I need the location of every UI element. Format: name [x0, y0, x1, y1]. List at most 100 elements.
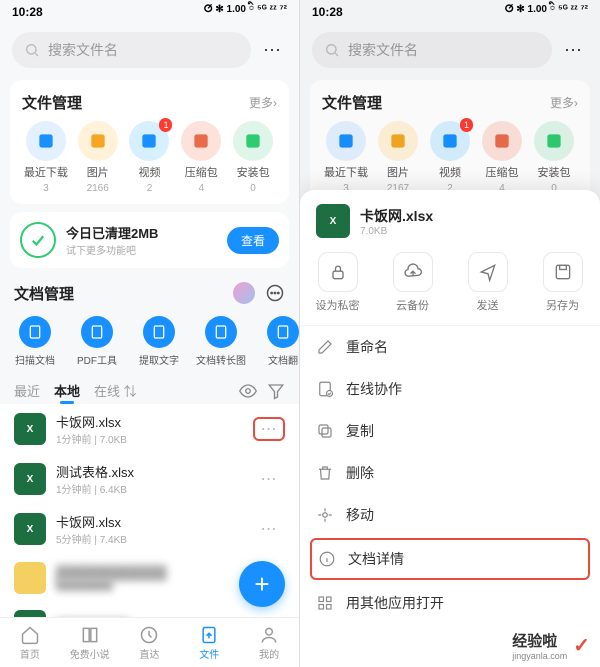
category-图片[interactable]: 图片2167 [372, 121, 424, 194]
tab-online[interactable]: 在线 ⇅ [94, 381, 137, 400]
tool-提取文字[interactable]: 提取文字 [128, 316, 190, 367]
category-安装包[interactable]: 安装包0 [227, 121, 279, 194]
category-icon [191, 131, 211, 151]
action-label: 云备份 [396, 297, 429, 313]
action-cloud[interactable]: 云备份 [375, 252, 450, 313]
search-placeholder: 搜索文件名 [348, 40, 418, 60]
search-icon [24, 42, 40, 58]
category-视频[interactable]: 1视频2 [424, 121, 476, 194]
nav-我的[interactable]: 我的 [239, 618, 299, 667]
sheet-item-copy[interactable]: 复制 [300, 410, 600, 452]
tool-label: PDF工具 [77, 352, 117, 367]
file-item[interactable]: X卡饭网.xlsx1分钟前 | 7.0KB⋯ [0, 404, 299, 454]
sheet-item-delete[interactable]: 删除 [300, 452, 600, 494]
action-save[interactable]: 另存为 [525, 252, 600, 313]
file-more-button[interactable]: ⋯ [253, 467, 285, 491]
file-meta: 1分钟前 | 7.0KB [56, 431, 243, 446]
sheet-item-rename[interactable]: 重命名 [300, 326, 600, 368]
sheet-item-move[interactable]: 移动 [300, 494, 600, 536]
sheet-item-label: 用其他应用打开 [346, 593, 444, 613]
nav-首页[interactable]: 首页 [0, 618, 60, 667]
file-name: 卡饭网.xlsx [56, 512, 243, 531]
tab-local[interactable]: 本地 [54, 381, 80, 400]
nav-icon [139, 625, 159, 645]
rename-icon [316, 338, 334, 356]
search-placeholder: 搜索文件名 [48, 40, 118, 60]
file-more-button[interactable]: ⋯ [253, 517, 285, 541]
fab-add-button[interactable]: + [239, 561, 285, 607]
clean-title: 今日已清理2MB [66, 223, 217, 242]
sheet-item-collab[interactable]: 在线协作 [300, 368, 600, 410]
tool-文档转长图[interactable]: 文档转长图 [190, 316, 252, 367]
badge: 1 [159, 118, 172, 132]
nav-免费小说[interactable]: 免费小说 [60, 618, 120, 667]
category-label: 安装包 [237, 164, 270, 180]
nav-label: 我的 [259, 646, 279, 661]
sheet-item-label: 复制 [346, 421, 374, 441]
nav-直达[interactable]: 直达 [120, 618, 180, 667]
search-input[interactable]: 搜索文件名 [312, 32, 552, 68]
check-icon [20, 222, 56, 258]
category-最近下载[interactable]: 最近下载3 [320, 121, 372, 194]
tool-扫描文档[interactable]: 扫描文档 [4, 316, 66, 367]
file-item[interactable]: X卡饭网.xlsx5分钟前 | 7.4KB⋯ [0, 504, 299, 554]
more-link[interactable]: 更多 › [550, 94, 578, 111]
more-icon[interactable]: ⋯ [560, 40, 588, 61]
tool-label: 扫描文档 [15, 352, 55, 367]
filter-icon[interactable] [267, 382, 285, 400]
doc-mgmt-title: 文档管理 [14, 283, 74, 304]
action-lock[interactable]: 设为私密 [300, 252, 375, 313]
category-count: 2166 [87, 183, 109, 194]
category-icon [492, 131, 512, 151]
category-最近下载[interactable]: 最近下载3 [20, 121, 72, 194]
category-count: 3 [43, 183, 49, 194]
category-label: 图片 [387, 164, 409, 180]
search-input[interactable]: 搜索文件名 [12, 32, 251, 68]
category-count: 4 [199, 183, 205, 194]
sheet-item-info[interactable]: 文档详情 [310, 538, 590, 580]
more-link[interactable]: 更多 › [249, 94, 277, 111]
category-图片[interactable]: 图片2166 [72, 121, 124, 194]
category-压缩包[interactable]: 压缩包4 [175, 121, 227, 194]
file-name: 测试表格.xlsx [56, 462, 243, 481]
file-name: ████████████ [56, 565, 243, 580]
category-icon [88, 131, 108, 151]
chat-icon[interactable] [265, 283, 285, 303]
eye-icon[interactable] [239, 382, 257, 400]
category-视频[interactable]: 1视频2 [124, 121, 176, 194]
tool-文档翻[interactable]: 文档翻 [252, 316, 299, 367]
category-icon [544, 131, 564, 151]
file-meta: 5分钟前 | 7.4KB [56, 531, 243, 546]
status-time: 10:28 [312, 5, 343, 19]
tool-PDF工具[interactable]: PDF工具 [66, 316, 128, 367]
sheet-item-grid[interactable]: 用其他应用打开 [300, 582, 600, 624]
category-label: 最近下载 [324, 164, 368, 180]
file-type-icon: X [14, 463, 46, 495]
avatar[interactable] [233, 282, 255, 304]
move-icon [316, 506, 334, 524]
file-more-button[interactable]: ⋯ [253, 417, 285, 441]
file-item[interactable]: X测试表格.xlsx1分钟前 | 6.4KB⋯ [0, 454, 299, 504]
badge: 1 [460, 118, 473, 132]
watermark: 经验啦 jingyanla.com ✓ [512, 630, 590, 661]
category-label: 安装包 [538, 164, 571, 180]
file-category-row: 最近下载3图片21661视频2压缩包4安装包0 [20, 121, 279, 194]
more-icon[interactable]: ⋯ [259, 40, 287, 61]
action-share[interactable]: 发送 [450, 252, 525, 313]
nav-label: 首页 [20, 646, 40, 661]
view-button[interactable]: 查看 [227, 227, 279, 254]
nav-文件[interactable]: 文件 [179, 618, 239, 667]
category-安装包[interactable]: 安装包0 [528, 121, 580, 194]
clean-card[interactable]: 今日已清理2MB 试下更多功能吧 查看 [10, 212, 289, 268]
category-label: 压缩包 [486, 164, 519, 180]
category-压缩包[interactable]: 压缩包4 [476, 121, 528, 194]
share-icon [468, 252, 508, 292]
tab-recent[interactable]: 最近 [14, 381, 40, 400]
file-category-row: 最近下载3图片21671视频2压缩包4安装包0 [320, 121, 580, 194]
nav-label: 文件 [199, 646, 219, 661]
sheet-item-label: 删除 [346, 463, 374, 483]
tool-icon [81, 316, 113, 348]
info-icon [318, 550, 336, 568]
action-label: 发送 [477, 297, 499, 313]
category-count: 2 [147, 183, 153, 194]
